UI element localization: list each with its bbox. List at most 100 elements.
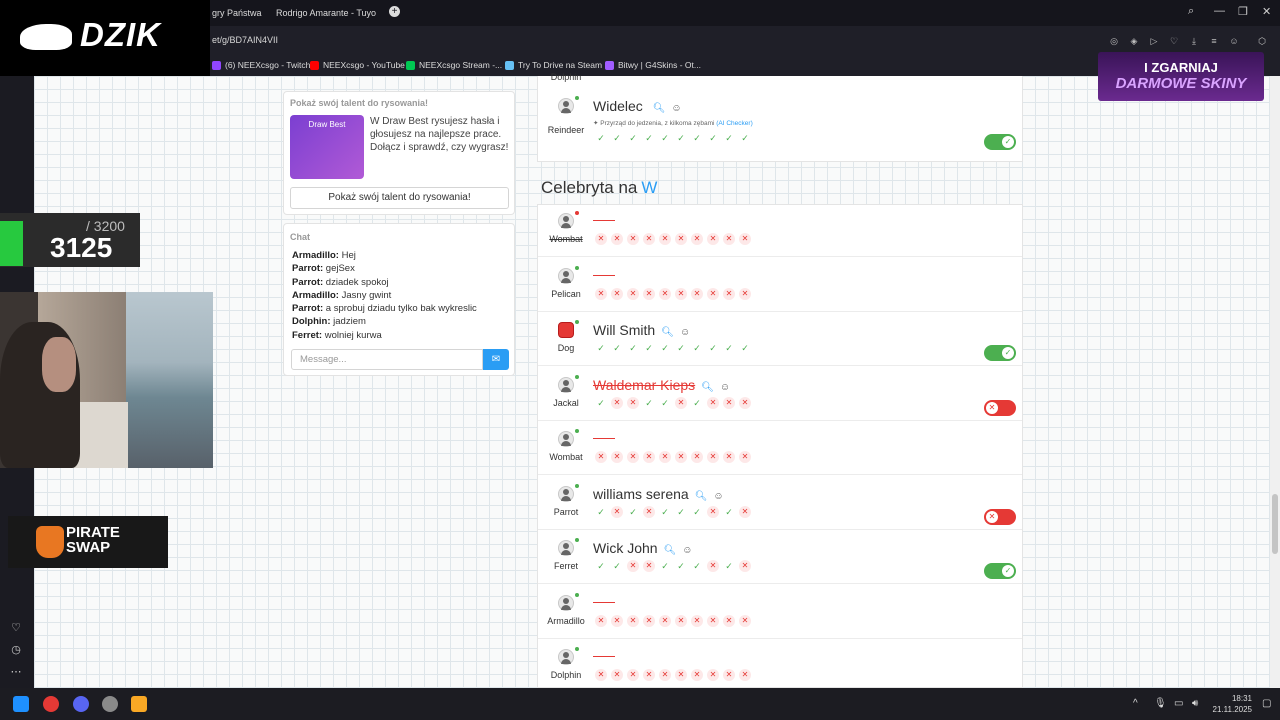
- check-icon[interactable]: ✓: [739, 132, 751, 144]
- draw-best-image[interactable]: Draw Best: [290, 115, 364, 179]
- cross-icon[interactable]: ✕: [739, 669, 751, 681]
- cross-icon[interactable]: ✕: [595, 287, 607, 300]
- cross-icon[interactable]: ✕: [627, 287, 639, 300]
- check-icon[interactable]: ✓: [691, 397, 703, 409]
- cross-icon[interactable]: ✕: [707, 614, 719, 627]
- cross-icon[interactable]: ✕: [707, 505, 719, 518]
- cross-icon[interactable]: ✕: [675, 396, 687, 409]
- cross-icon[interactable]: ✕: [723, 287, 735, 300]
- cross-icon[interactable]: ✕: [707, 669, 719, 681]
- reject-toggle[interactable]: ✕: [984, 399, 1016, 416]
- cross-icon[interactable]: ✕: [691, 287, 703, 300]
- check-icon[interactable]: ✓: [627, 342, 639, 354]
- cross-icon[interactable]: ✕: [739, 505, 751, 518]
- accept-toggle[interactable]: ✓: [984, 134, 1016, 150]
- cross-icon[interactable]: ✕: [739, 560, 751, 572]
- cross-icon[interactable]: ✕: [611, 669, 623, 681]
- cross-icon[interactable]: ✕: [707, 287, 719, 300]
- cross-icon[interactable]: ✕: [595, 669, 607, 681]
- cross-icon[interactable]: ✕: [611, 505, 623, 518]
- check-icon[interactable]: ✓: [707, 132, 719, 144]
- ad-button[interactable]: Pokaż swój talent do rysowania!: [290, 187, 509, 209]
- check-icon[interactable]: ✓: [691, 560, 703, 572]
- scrollbar-thumb[interactable]: [1272, 494, 1278, 554]
- browser-tab-1[interactable]: gry Państwa M: [212, 4, 264, 22]
- cross-icon[interactable]: ✕: [627, 451, 639, 463]
- cross-icon[interactable]: ✕: [739, 614, 751, 627]
- search-tabs-icon[interactable]: ⌕: [1188, 5, 1194, 18]
- heart-icon[interactable]: ♡: [1169, 36, 1179, 46]
- check-icon[interactable]: ✓: [643, 132, 655, 144]
- check-icon[interactable]: ✓: [643, 397, 655, 409]
- heart-icon[interactable]: ♡: [9, 621, 23, 635]
- cross-icon[interactable]: ✕: [675, 233, 687, 245]
- check-icon[interactable]: ✓: [675, 560, 687, 572]
- cross-icon[interactable]: ✕: [675, 451, 687, 463]
- bookmark-g4skins[interactable]: Bitwy | G4Skins - Ot...: [605, 60, 701, 70]
- notifications-icon[interactable]: ▢: [1262, 698, 1271, 709]
- check-icon[interactable]: ✓: [659, 560, 671, 572]
- smiley-icon[interactable]: ☺: [713, 491, 723, 502]
- cross-icon[interactable]: ✕: [691, 614, 703, 627]
- cross-icon[interactable]: ✕: [643, 560, 655, 572]
- bookmark-stream[interactable]: NEEXcsgo Stream -...: [406, 60, 502, 70]
- cross-icon[interactable]: ✕: [627, 669, 639, 681]
- check-icon[interactable]: ✓: [643, 342, 655, 354]
- cross-icon[interactable]: ✕: [691, 669, 703, 681]
- check-icon[interactable]: ✓: [595, 506, 607, 518]
- cross-icon[interactable]: ✕: [659, 451, 671, 463]
- app-icon[interactable]: [131, 696, 147, 712]
- chevron-up-icon[interactable]: ^: [1133, 698, 1138, 709]
- cross-icon[interactable]: ✕: [723, 614, 735, 627]
- extensions-icon[interactable]: ⬡: [1257, 36, 1267, 46]
- reject-toggle[interactable]: ✕: [984, 508, 1016, 525]
- close-window-icon[interactable]: ✕: [1262, 5, 1271, 18]
- cross-icon[interactable]: ✕: [611, 451, 623, 463]
- history-icon[interactable]: ◷: [9, 643, 23, 657]
- cross-icon[interactable]: ✕: [659, 614, 671, 627]
- more-icon[interactable]: ⋯: [9, 665, 23, 679]
- download-icon[interactable]: ⤓: [1189, 36, 1199, 46]
- cross-icon[interactable]: ✕: [595, 233, 607, 245]
- cross-icon[interactable]: ✕: [723, 451, 735, 463]
- obs-icon[interactable]: [102, 696, 118, 712]
- check-icon[interactable]: ✓: [595, 560, 607, 572]
- cross-icon[interactable]: ✕: [707, 396, 719, 409]
- maximize-icon[interactable]: ❐: [1238, 5, 1248, 18]
- cross-icon[interactable]: ✕: [675, 614, 687, 627]
- url-text[interactable]: et/g/BD7AIN4VII: [212, 35, 278, 45]
- message-input[interactable]: [291, 349, 483, 370]
- check-icon[interactable]: ✓: [691, 132, 703, 144]
- cross-icon[interactable]: ✕: [643, 669, 655, 681]
- bookmark-youtube[interactable]: NEEXcsgo - YouTube: [310, 60, 405, 70]
- check-icon[interactable]: ✓: [707, 342, 719, 354]
- cross-icon[interactable]: ✕: [707, 560, 719, 572]
- network-icon[interactable]: ▭: [1174, 698, 1183, 709]
- cross-icon[interactable]: ✕: [675, 669, 687, 681]
- cross-icon[interactable]: ✕: [643, 451, 655, 463]
- accept-toggle[interactable]: ✓: [984, 563, 1016, 579]
- check-icon[interactable]: ✓: [659, 342, 671, 354]
- smiley-icon[interactable]: ☺: [682, 545, 692, 556]
- cross-icon[interactable]: ✕: [739, 396, 751, 409]
- cross-icon[interactable]: ✕: [643, 287, 655, 300]
- play-icon[interactable]: ▷: [1149, 36, 1159, 46]
- check-icon[interactable]: ✓: [659, 506, 671, 518]
- send-button[interactable]: ✉: [483, 349, 509, 370]
- volume-icon[interactable]: 🔊︎: [1192, 698, 1198, 709]
- camera-icon[interactable]: ◎: [1109, 36, 1119, 46]
- cross-icon[interactable]: ✕: [611, 233, 623, 245]
- check-icon[interactable]: ✓: [595, 342, 607, 354]
- check-icon[interactable]: ✓: [691, 342, 703, 354]
- cross-icon[interactable]: ✕: [707, 451, 719, 463]
- check-icon[interactable]: ✓: [659, 132, 671, 144]
- check-icon[interactable]: ✓: [611, 132, 623, 144]
- cross-icon[interactable]: ✕: [739, 233, 751, 245]
- browser-tab-2[interactable]: Rodrigo Amarante - Tuyo: [272, 4, 376, 22]
- check-icon[interactable]: ✓: [691, 506, 703, 518]
- opera-icon[interactable]: [43, 696, 59, 712]
- cross-icon[interactable]: ✕: [643, 614, 655, 627]
- check-icon[interactable]: ✓: [595, 397, 607, 409]
- check-icon[interactable]: ✓: [611, 342, 623, 354]
- smiley-icon[interactable]: ☺: [720, 382, 730, 393]
